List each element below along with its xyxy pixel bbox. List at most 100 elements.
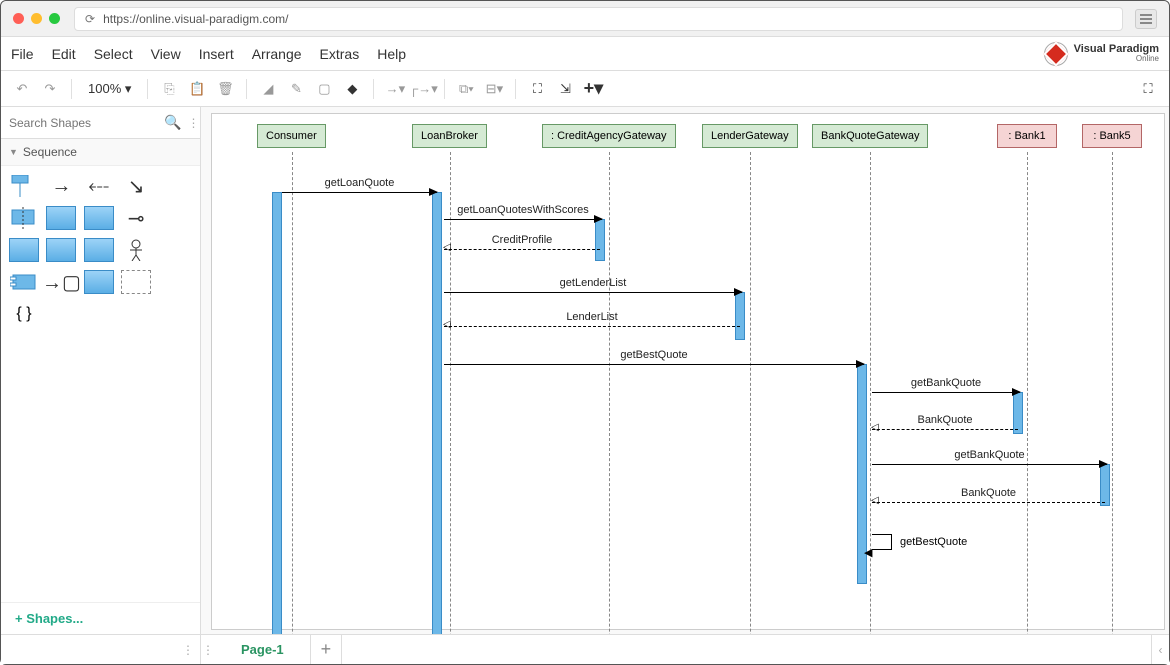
lifeline-loanbroker — [450, 152, 451, 634]
tab-page1[interactable]: Page-1 — [215, 635, 311, 664]
arrow-end-icon[interactable]: →▾ — [384, 78, 406, 100]
participant-bank1[interactable]: : Bank1 — [997, 124, 1057, 148]
right-panel-handle[interactable]: ‹ — [1151, 635, 1169, 664]
group-icon[interactable]: ⧉▾ — [455, 78, 477, 100]
activation-1[interactable] — [432, 192, 442, 634]
browser-titlebar: ⟳ https://online.visual-paradigm.com/ — [1, 1, 1169, 37]
more-icon[interactable]: ⋮ — [187, 116, 199, 130]
shape-actor-icon[interactable] — [121, 238, 151, 262]
fill-icon[interactable]: ◢ — [257, 78, 279, 100]
sidebar-handle[interactable]: ⋮ — [1, 635, 201, 664]
address-bar[interactable]: ⟳ https://online.visual-paradigm.com/ — [74, 7, 1123, 31]
redo-icon[interactable]: ↷ — [39, 78, 61, 100]
menu-insert[interactable]: Insert — [199, 46, 234, 62]
participant-loanbroker[interactable]: LoanBroker — [412, 124, 487, 148]
activation-3[interactable] — [735, 292, 745, 340]
lifeline-lender — [750, 152, 751, 634]
shapes-link[interactable]: + Shapes... — [1, 602, 200, 634]
message-label-0: getLoanQuote — [325, 177, 395, 189]
lifeline-bankquote — [870, 152, 871, 634]
menu-bar: File Edit Select View Insert Arrange Ext… — [1, 37, 1169, 71]
participant-bankquote[interactable]: BankQuoteGateway — [812, 124, 928, 148]
participant-bank5[interactable]: : Bank5 — [1082, 124, 1142, 148]
logo-icon — [1043, 41, 1068, 66]
shape-palette: → ⤎ ↘ ⊸ →▢ { } — [1, 166, 200, 334]
menu-select[interactable]: Select — [94, 46, 133, 62]
shape-rect2-icon[interactable] — [46, 206, 76, 230]
participant-lender[interactable]: LenderGateway — [702, 124, 798, 148]
activation-6[interactable] — [1100, 464, 1110, 506]
canvas-area: Consumer LoanBroker : CreditAgencyGateway L… — [201, 107, 1169, 634]
message-label-2: CreditProfile — [492, 234, 553, 246]
line-style-icon[interactable]: ┌→▾ — [412, 78, 434, 100]
lifeline-credit — [609, 152, 610, 634]
shape-rect1-icon[interactable] — [9, 206, 39, 230]
menu-file[interactable]: File — [11, 46, 34, 62]
menu-extras[interactable]: Extras — [320, 46, 360, 62]
self-message[interactable]: ◀getBestQuote — [872, 534, 892, 550]
shape-frame2-icon[interactable] — [46, 238, 76, 262]
shape-brackets-icon[interactable]: { } — [9, 302, 39, 326]
message-label-5: getBestQuote — [620, 349, 687, 361]
add-icon[interactable]: +▾ — [582, 78, 604, 100]
fullscreen-icon[interactable]: ⛶ — [1137, 78, 1159, 100]
shape-arrow-left-icon[interactable]: ⤎ — [84, 174, 114, 198]
shape-lifeline-icon[interactable] — [9, 174, 39, 198]
message-label-8: getBankQuote — [954, 449, 1024, 461]
message-label-3: getLenderList — [560, 277, 627, 289]
align-icon[interactable]: ⊟▾ — [483, 78, 505, 100]
lifeline-bank1 — [1027, 152, 1028, 634]
shape-arrow-right-icon[interactable]: → — [46, 174, 76, 198]
copy-icon[interactable]: ⎘ — [158, 78, 180, 100]
style-icon[interactable]: ◆ — [341, 78, 363, 100]
message-label-9: BankQuote — [961, 487, 1016, 499]
lifeline-consumer — [292, 152, 293, 634]
menu-help[interactable]: Help — [377, 46, 406, 62]
tab-options-icon[interactable]: ⋮ — [201, 643, 215, 657]
url-text: https://online.visual-paradigm.com/ — [103, 12, 288, 26]
reload-icon[interactable]: ⟳ — [85, 12, 95, 26]
section-label: Sequence — [23, 145, 77, 159]
menu-view[interactable]: View — [151, 46, 181, 62]
menu-icon[interactable] — [1135, 9, 1157, 29]
participant-credit[interactable]: : CreditAgencyGateway — [542, 124, 676, 148]
undo-icon[interactable]: ↶ — [11, 78, 33, 100]
shape-dashed-icon[interactable] — [121, 270, 151, 294]
palette-section-header[interactable]: ▼ Sequence — [1, 139, 200, 166]
shape-dot-icon[interactable]: ⊸ — [121, 206, 151, 230]
paste-icon[interactable]: 📋 — [186, 78, 208, 100]
activation-2[interactable] — [595, 219, 605, 261]
menu-arrange[interactable]: Arrange — [252, 46, 302, 62]
shape-arrow-box-icon[interactable]: →▢ — [46, 270, 76, 294]
pencil-icon[interactable]: ✎ — [285, 78, 307, 100]
delete-icon[interactable]: 🗑 — [214, 78, 236, 100]
shape-note-icon[interactable] — [84, 270, 114, 294]
participant-consumer[interactable]: Consumer — [257, 124, 326, 148]
search-shapes[interactable]: 🔍 ⋮ — [1, 107, 200, 139]
shape-component-icon[interactable] — [9, 270, 39, 294]
search-icon[interactable]: 🔍 — [164, 114, 181, 131]
rect-icon[interactable]: ▢ — [313, 78, 335, 100]
shape-arrow-diag-icon[interactable]: ↘ — [121, 174, 151, 198]
activation-5[interactable] — [1013, 392, 1023, 434]
shape-rect3-icon[interactable] — [84, 206, 114, 230]
activation-0[interactable] — [272, 192, 282, 634]
close-icon[interactable] — [13, 13, 24, 24]
menu-edit[interactable]: Edit — [52, 46, 76, 62]
message-label-7: BankQuote — [917, 414, 972, 426]
shape-frame1-icon[interactable] — [9, 238, 39, 262]
tab-add[interactable]: + — [311, 635, 343, 664]
minimize-icon[interactable] — [31, 13, 42, 24]
zoom-level[interactable]: 100% ▾ — [88, 81, 131, 97]
maximize-icon[interactable] — [49, 13, 60, 24]
autofit-icon[interactable]: ⇲ — [554, 78, 576, 100]
search-input[interactable] — [9, 116, 164, 130]
window-controls — [13, 13, 60, 24]
sidebar: 🔍 ⋮ ▼ Sequence → ⤎ ↘ ⊸ →▢ — [1, 107, 201, 634]
fit-icon[interactable]: ⛶ — [526, 78, 548, 100]
shape-frame3-icon[interactable] — [84, 238, 114, 262]
brand-logo[interactable]: Visual ParadigmOnline — [1044, 42, 1159, 66]
diagram-canvas[interactable]: Consumer LoanBroker : CreditAgencyGateway L… — [211, 113, 1165, 630]
brand-subtitle: Online — [1074, 55, 1159, 63]
lifeline-bank5 — [1112, 152, 1113, 634]
